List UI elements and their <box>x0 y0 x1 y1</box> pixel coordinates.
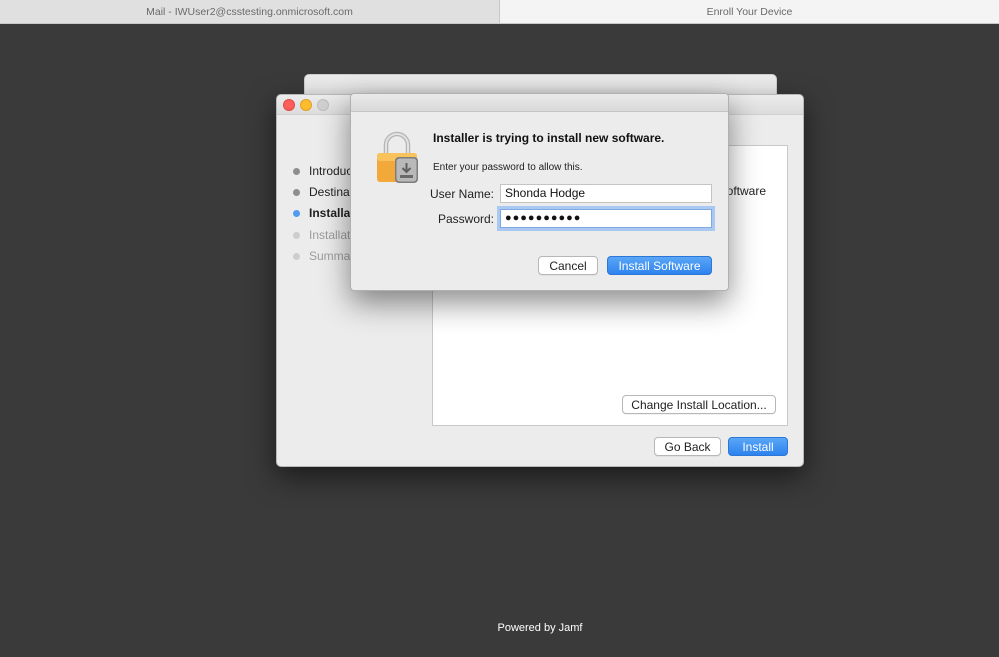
step-label: Destination Select <box>309 185 351 200</box>
step-destination: Destination Select <box>293 184 351 205</box>
step-dot-icon <box>293 168 300 175</box>
change-install-location-label: Change Install Location... <box>631 397 767 412</box>
lock-icon <box>377 131 418 183</box>
browser-tab-bar: Mail - IWUser2@csstesting.onmicrosoft.co… <box>0 0 999 24</box>
tab-mail-label: Mail - IWUser2@csstesting.onmicrosoft.co… <box>146 5 353 18</box>
go-back-label: Go Back <box>664 439 711 454</box>
step-label: Installation Type <box>309 206 351 221</box>
cancel-button[interactable]: Cancel <box>538 256 598 275</box>
step-summary: Summary <box>293 248 351 269</box>
change-install-location-button[interactable]: Change Install Location... <box>622 395 776 414</box>
install-software-label: Install Software <box>618 258 701 273</box>
install-software-button[interactable]: Install Software <box>607 256 712 275</box>
step-dot-icon <box>293 210 300 218</box>
auth-dialog-subtitle: Enter your password to allow this. <box>433 162 583 173</box>
close-window-button[interactable] <box>283 99 295 111</box>
installer-steps-list: Introduction Destination Select Installa… <box>293 163 351 269</box>
step-dot-icon <box>293 189 300 197</box>
password-label: Password: <box>437 212 494 226</box>
step-installation-type: Installation Type <box>293 205 351 226</box>
step-dot-icon <box>293 252 300 260</box>
step-label: Installation <box>309 227 351 242</box>
auth-dialog: Installer is trying to install new softw… <box>350 93 729 291</box>
powered-by-text: Powered by Jamf <box>497 622 583 634</box>
tab-enroll-device[interactable]: Enroll Your Device <box>500 0 999 23</box>
cancel-label: Cancel <box>549 258 587 273</box>
go-back-button[interactable]: Go Back <box>654 437 721 456</box>
username-label: User Name: <box>429 187 494 201</box>
password-field[interactable]: ●●●●●●●●●● <box>500 209 712 228</box>
username-field[interactable]: Shonda Hodge <box>500 184 712 203</box>
zoom-window-button <box>317 99 329 111</box>
tab-enroll-device-label: Enroll Your Device <box>706 5 793 18</box>
step-dot-icon <box>293 231 300 239</box>
tab-mail[interactable]: Mail - IWUser2@csstesting.onmicrosoft.co… <box>0 0 500 23</box>
install-button[interactable]: Install <box>728 437 788 456</box>
content-partial-text: oftware <box>726 184 766 198</box>
step-label: Summary <box>309 248 351 263</box>
auth-dialog-titlebar <box>351 94 728 112</box>
step-introduction: Introduction <box>293 163 351 184</box>
step-installation: Installation <box>293 227 351 248</box>
minimize-window-button[interactable] <box>300 99 312 111</box>
step-label: Introduction <box>309 164 351 178</box>
install-label: Install <box>742 439 774 454</box>
auth-dialog-title: Installer is trying to install new softw… <box>433 131 665 145</box>
